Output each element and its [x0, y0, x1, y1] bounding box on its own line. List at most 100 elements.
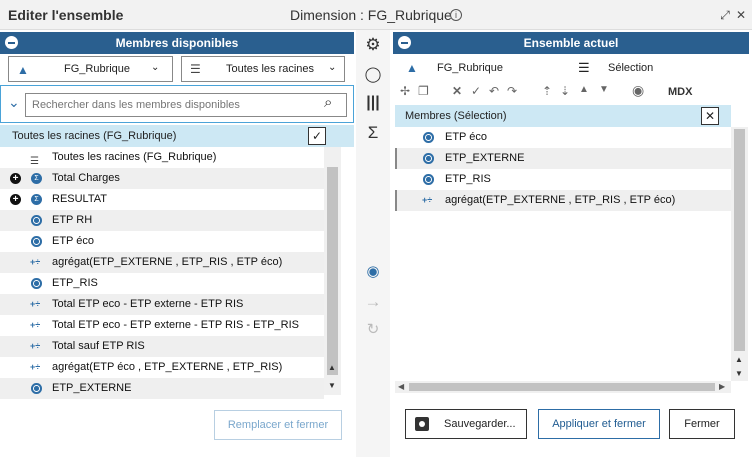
right-h-scrollbar[interactable]: ◀ ▶: [395, 381, 731, 393]
list-item[interactable]: ETP_RIS: [0, 273, 324, 294]
member-icon[interactable]: ◉: [362, 262, 384, 280]
remove-all-icon[interactable]: ✕: [701, 107, 719, 125]
roots-dropdown[interactable]: ☰ Toutes les racines ⌄: [181, 56, 345, 82]
close-button[interactable]: Fermer: [669, 409, 735, 439]
select-all-icon[interactable]: ✓: [308, 127, 326, 145]
left-scrollbar[interactable]: ▲ ▼: [324, 147, 341, 395]
sort-asc-icon[interactable]: ⇡: [542, 84, 552, 98]
calc-icon: +÷: [422, 195, 433, 205]
replace-and-close-button[interactable]: Remplacer et fermer: [214, 410, 342, 440]
right-scrollbar[interactable]: ▲ ▼: [731, 127, 748, 381]
list-item-label: ETP_RIS: [445, 173, 491, 185]
list-item[interactable]: ETP éco: [395, 127, 731, 148]
columns-icon[interactable]: |||: [362, 94, 384, 112]
member-icon: [31, 215, 42, 226]
list-item[interactable]: +÷ agrégat(ETP_EXTERNE , ETP_RIS , ETP é…: [395, 190, 731, 211]
list-item[interactable]: ☰ Toutes les racines (FG_Rubrique): [0, 147, 324, 168]
sigma-icon[interactable]: Σ: [362, 123, 384, 143]
list-item-label: Toutes les racines (FG_Rubrique): [52, 151, 217, 163]
left-group-title: Toutes les racines (FG_Rubrique): [12, 130, 177, 142]
scroll-down-icon[interactable]: ▼: [735, 369, 743, 378]
arrow-right-icon[interactable]: →: [362, 292, 384, 312]
gear-icon[interactable]: ⚙: [362, 35, 384, 55]
scroll-down-icon[interactable]: ▼: [328, 381, 336, 390]
record-icon[interactable]: ◉: [632, 82, 644, 99]
save-button[interactable]: Sauvegarder...: [405, 409, 527, 439]
scroll-up-icon[interactable]: ▲: [328, 363, 336, 372]
left-scrollbar-thumb[interactable]: [327, 167, 338, 375]
member-icon: [423, 153, 434, 164]
sort-alpha-desc-icon[interactable]: ▼: [599, 84, 609, 95]
collapse-left-icon[interactable]: [5, 36, 18, 49]
list-item-label: Total ETP eco - ETP externe - ETP RIS - …: [52, 319, 299, 331]
list-item[interactable]: +÷ agrégat(ETP éco , ETP_EXTERNE , ETP_R…: [0, 357, 324, 378]
right-group-header: Membres (Sélection) ✕: [395, 105, 731, 127]
list-item-label: RESULTAT: [52, 193, 108, 205]
expand-icon[interactable]: +: [10, 194, 21, 205]
dimension-dropdown-value: FG_Rubrique: [64, 63, 131, 75]
expand-icon[interactable]: ⤢: [718, 8, 732, 22]
list-item[interactable]: +÷ Total sauf ETP RIS: [0, 336, 324, 357]
chevron-down-icon: ⌄: [151, 62, 160, 73]
hierarchy-icon: ☰: [30, 156, 39, 167]
redo-icon[interactable]: ↷: [507, 84, 517, 98]
scroll-left-icon[interactable]: ◀: [398, 382, 404, 391]
add-icon[interactable]: ✢: [400, 84, 410, 98]
expand-icon[interactable]: +: [10, 173, 21, 184]
collapse-right-icon[interactable]: [398, 36, 411, 49]
current-set-list: ETP éco ETP_EXTERNE ETP_RIS +÷ agrégat(E…: [395, 127, 731, 381]
roots-dropdown-value: Toutes les racines: [226, 63, 315, 75]
chevron-down-icon[interactable]: ⌄: [8, 94, 20, 111]
list-item[interactable]: + Σ RESULTAT: [0, 189, 324, 210]
list-item-label: Total sauf ETP RIS: [52, 340, 145, 352]
copy-icon[interactable]: ❐: [418, 84, 429, 98]
list-item[interactable]: ETP_EXTERNE: [395, 148, 731, 169]
list-item[interactable]: ETP_EXTERNE: [0, 378, 324, 399]
right-scrollbar-thumb[interactable]: [734, 129, 745, 351]
right-h-scrollbar-thumb[interactable]: [409, 383, 715, 391]
member-icon: [31, 278, 42, 289]
info-icon[interactable]: i: [450, 9, 462, 21]
dimension-dropdown[interactable]: ▲ FG_Rubrique ⌄: [8, 56, 173, 82]
list-item[interactable]: + Σ Total Charges: [0, 168, 324, 189]
list-item-label: ETP_RIS: [52, 277, 98, 289]
list-item-label: ETP éco: [52, 235, 94, 247]
list-icon: ☰: [578, 60, 590, 75]
list-item-label: ETP_EXTERNE: [52, 382, 132, 394]
search-bar: ⌄ ⌕: [0, 85, 354, 123]
sort-desc-icon[interactable]: ⇣: [560, 84, 570, 98]
list-item[interactable]: ETP RH: [0, 210, 324, 231]
list-item-label: ETP RH: [52, 214, 93, 226]
list-item-label: ETP éco: [445, 131, 487, 143]
undo-icon[interactable]: ↶: [489, 84, 499, 98]
hierarchy-icon: ▲: [17, 63, 29, 77]
list-item[interactable]: +÷ Total ETP eco - ETP externe - ETP RIS: [0, 294, 324, 315]
sigma-icon: Σ: [31, 194, 42, 205]
list-item-label: Total Charges: [52, 172, 120, 184]
left-panel-title: Membres disponibles: [0, 32, 354, 54]
left-panel-header: Membres disponibles: [0, 32, 354, 54]
sigma-icon: Σ: [31, 173, 42, 184]
delete-icon[interactable]: ✕: [452, 84, 462, 98]
search-icon[interactable]: ⌕: [324, 94, 332, 111]
close-icon[interactable]: ✕: [734, 8, 748, 22]
sort-alpha-asc-icon[interactable]: ▲: [579, 84, 589, 95]
list-item[interactable]: ETP éco: [0, 231, 324, 252]
calc-icon: +÷: [30, 299, 41, 309]
refresh-icon[interactable]: ↻: [362, 320, 384, 338]
right-group-title: Membres (Sélection): [405, 110, 507, 122]
search-input[interactable]: [25, 93, 347, 117]
list-item[interactable]: +÷ agrégat(ETP_EXTERNE , ETP_RIS , ETP é…: [0, 252, 324, 273]
apply-and-close-button[interactable]: Appliquer et fermer: [538, 409, 660, 439]
chevron-down-icon: ⌄: [328, 62, 337, 73]
mdx-button[interactable]: MDX: [668, 86, 692, 98]
scroll-right-icon[interactable]: ▶: [719, 382, 725, 391]
list-item[interactable]: ETP_RIS: [395, 169, 731, 190]
calc-icon: +÷: [30, 341, 41, 351]
list-item[interactable]: +÷ Total ETP eco - ETP externe - ETP RIS…: [0, 315, 324, 336]
check-icon[interactable]: ✓: [471, 84, 481, 98]
member-icon: [31, 383, 42, 394]
right-panel-header: Ensemble actuel: [393, 32, 749, 54]
scroll-up-icon[interactable]: ▲: [735, 355, 743, 364]
user-icon[interactable]: ◯: [362, 65, 384, 83]
